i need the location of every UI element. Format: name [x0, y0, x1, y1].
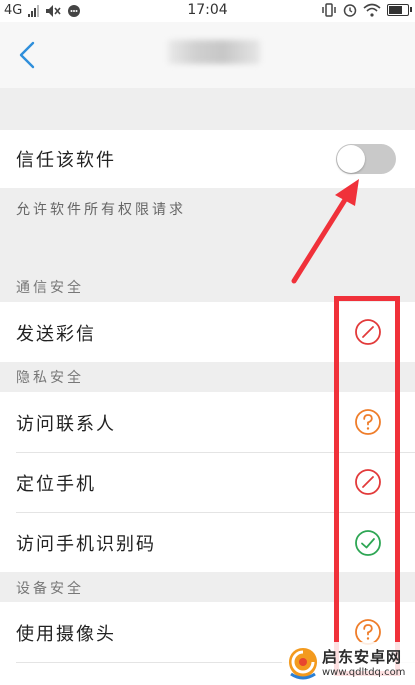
status-right [321, 3, 412, 17]
annotation-highlight-box [334, 296, 400, 676]
section-title-privacy: 隐私安全 [16, 370, 84, 386]
vibrate-icon [322, 3, 336, 17]
app-name-blurred [168, 40, 260, 64]
section-title-communication: 通信安全 [16, 280, 84, 296]
permission-label: 使用摄像头 [16, 624, 116, 645]
status-bar: 4G 17:04 [0, 0, 415, 22]
chevron-left-icon [19, 41, 35, 69]
trust-app-label: 信任该软件 [16, 150, 116, 171]
watermark-logo-icon [289, 648, 317, 680]
watermark-name: 启东安卓网 [322, 648, 403, 666]
app-header [0, 22, 415, 88]
permission-label: 访问手机识别码 [16, 534, 156, 555]
trust-app-toggle[interactable] [336, 144, 396, 174]
section-title-device: 设备安全 [16, 581, 84, 597]
alarm-icon [343, 4, 357, 17]
toggle-knob [337, 145, 365, 173]
watermark-url: www.qdltdq.com [322, 667, 406, 678]
permission-label: 发送彩信 [16, 324, 96, 345]
permission-label: 访问联系人 [16, 414, 116, 435]
battery-icon [387, 4, 412, 16]
back-button[interactable] [10, 38, 44, 72]
watermark: 启东安卓网 www.qdltdq.com [282, 642, 415, 685]
wifi-icon [363, 3, 381, 17]
permission-label: 定位手机 [16, 474, 96, 495]
trust-hint: 允许软件所有权限请求 [16, 202, 186, 218]
